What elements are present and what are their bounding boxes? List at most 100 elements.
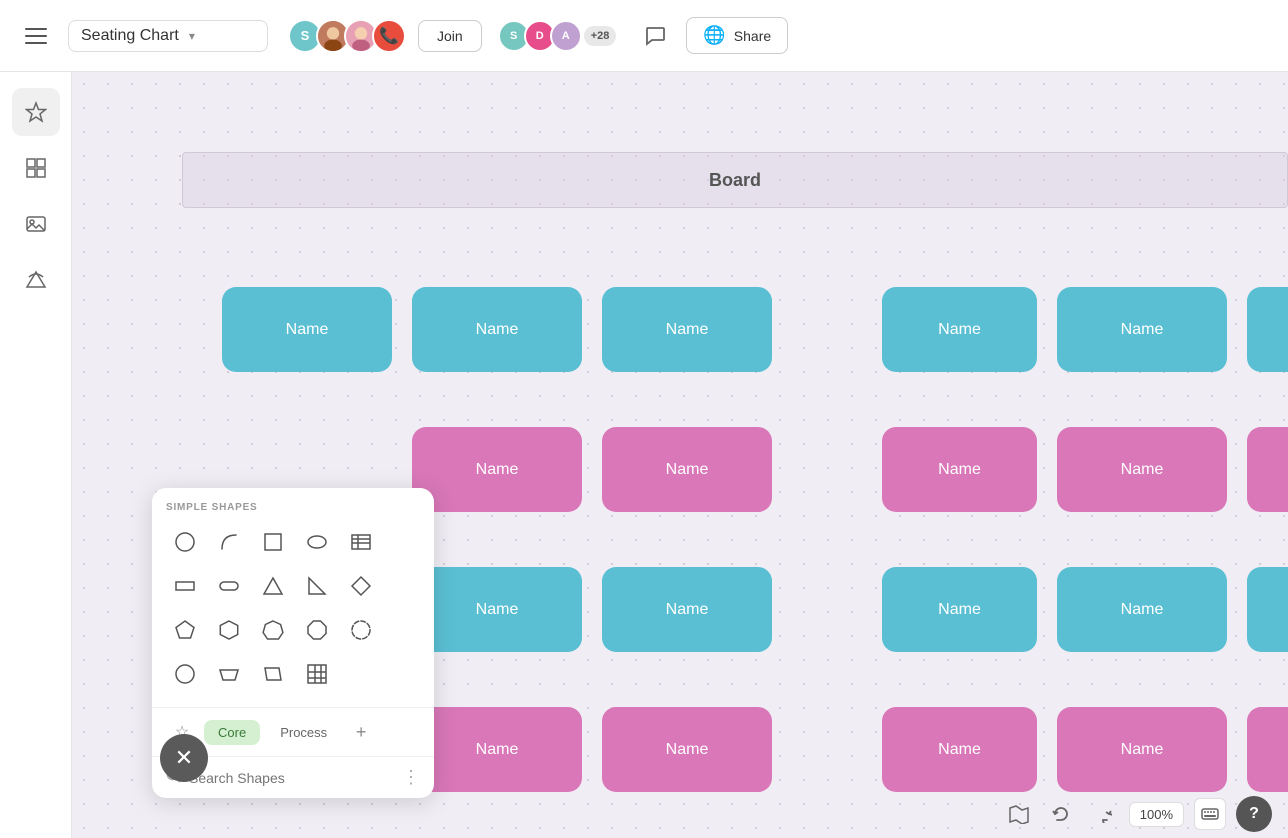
- sidebar-item-image[interactable]: [12, 200, 60, 248]
- seat-card[interactable]: Name: [412, 287, 582, 372]
- seat-card[interactable]: Name: [602, 567, 772, 652]
- seat-card[interactable]: Name: [882, 287, 1037, 372]
- redo-icon: [1094, 805, 1112, 823]
- share-button[interactable]: 🌐 Share: [686, 17, 788, 54]
- title-area[interactable]: Seating Chart ▾: [68, 20, 268, 52]
- tab-process[interactable]: Process: [266, 720, 341, 745]
- seat-label: Name: [1121, 321, 1164, 339]
- globe-icon: 🌐: [703, 25, 725, 46]
- collab-avatar-a: A: [550, 20, 582, 52]
- header: Seating Chart ▾ S 📞 Join S D A +28 🌐 Sha…: [0, 0, 1288, 72]
- shape-nonagon[interactable]: [342, 611, 380, 649]
- zoom-level-label: 100%: [1129, 802, 1184, 827]
- close-shapes-button[interactable]: ✕: [160, 734, 208, 782]
- seat-card[interactable]: Name: [882, 567, 1037, 652]
- seat-card[interactable]: Name: [1057, 287, 1227, 372]
- board-label: Board: [709, 170, 761, 191]
- shape-hexagon[interactable]: [210, 611, 248, 649]
- undo-icon: [1052, 805, 1070, 823]
- seat-card[interactable]: Name: [412, 427, 582, 512]
- shape-triangle[interactable]: [254, 567, 292, 605]
- shape-heptagon[interactable]: [254, 611, 292, 649]
- seat-label: Name: [476, 461, 519, 479]
- help-button[interactable]: ?: [1236, 796, 1272, 832]
- seat-label: Name: [666, 321, 709, 339]
- shapes-row: [166, 655, 420, 693]
- shape-trapezoid[interactable]: [210, 655, 248, 693]
- seat-card-partial[interactable]: N: [1247, 707, 1288, 792]
- seat-card[interactable]: Name: [602, 427, 772, 512]
- redo-button[interactable]: [1087, 798, 1119, 830]
- shape-ellipse[interactable]: [298, 523, 336, 561]
- chevron-down-icon: ▾: [189, 29, 195, 43]
- seat-card[interactable]: Name: [222, 287, 392, 372]
- sidebar: [0, 72, 72, 838]
- shape-circle[interactable]: [166, 523, 204, 561]
- map-icon: [1009, 804, 1029, 824]
- map-icon-button[interactable]: [1003, 798, 1035, 830]
- tab-core[interactable]: Core: [204, 720, 260, 745]
- undo-button[interactable]: [1045, 798, 1077, 830]
- menu-button[interactable]: [16, 16, 56, 56]
- seat-label: Name: [286, 321, 329, 339]
- shape-rect-rounded[interactable]: [210, 567, 248, 605]
- document-title: Seating Chart: [81, 27, 179, 45]
- seat-card[interactable]: Name: [1057, 567, 1227, 652]
- chat-button[interactable]: [636, 17, 674, 55]
- shapes-row: [166, 611, 420, 649]
- shapes-category-label: SIMPLE SHAPES: [166, 502, 420, 513]
- shape-pentagon[interactable]: [166, 611, 204, 649]
- shapes-row: [166, 523, 420, 561]
- seat-label: Name: [938, 461, 981, 479]
- seat-card[interactable]: Name: [882, 707, 1037, 792]
- collaborators-count-badge: +28: [584, 26, 617, 46]
- shapes-grid: SIMPLE SHAPES: [152, 488, 434, 707]
- shape-parallelogram[interactable]: [254, 655, 292, 693]
- seat-label: Name: [1121, 461, 1164, 479]
- seat-label: Name: [938, 321, 981, 339]
- keyboard-shortcuts-button[interactable]: [1194, 798, 1226, 830]
- search-more-button[interactable]: ⋮: [402, 767, 420, 788]
- search-shapes-input[interactable]: [189, 770, 394, 786]
- shape-rect-thin[interactable]: [166, 567, 204, 605]
- sidebar-item-shapes[interactable]: [12, 256, 60, 304]
- canvas-area[interactable]: Board Name Name Name Name Name N Name Na…: [72, 72, 1288, 838]
- sidebar-item-grid[interactable]: [12, 144, 60, 192]
- board-header: Board: [182, 152, 1288, 208]
- share-label: Share: [734, 28, 771, 44]
- seat-card[interactable]: Name: [1057, 427, 1227, 512]
- add-tab-button[interactable]: +: [347, 718, 375, 746]
- seat-label: Name: [666, 461, 709, 479]
- seat-card[interactable]: Name: [882, 427, 1037, 512]
- seat-card-partial[interactable]: N: [1247, 427, 1288, 512]
- seat-card-partial[interactable]: N: [1247, 567, 1288, 652]
- seat-label: Name: [476, 601, 519, 619]
- hamburger-icon: [25, 28, 47, 44]
- seat-card-partial[interactable]: N: [1247, 287, 1288, 372]
- star-icon: [25, 101, 47, 123]
- shape-table[interactable]: [342, 523, 380, 561]
- seat-card[interactable]: Name: [412, 567, 582, 652]
- sidebar-item-star[interactable]: [12, 88, 60, 136]
- seat-card[interactable]: Name: [1057, 707, 1227, 792]
- join-button[interactable]: Join: [418, 20, 482, 52]
- shape-diamond[interactable]: [342, 567, 380, 605]
- active-users-avatars: S 📞: [288, 19, 406, 53]
- image-icon: [25, 213, 47, 235]
- seat-card[interactable]: Name: [412, 707, 582, 792]
- shape-arc[interactable]: [210, 523, 248, 561]
- seat-label: Name: [476, 321, 519, 339]
- seat-card[interactable]: Name: [602, 287, 772, 372]
- seat-label: Name: [476, 741, 519, 759]
- seat-label: Name: [938, 741, 981, 759]
- seat-card[interactable]: Name: [602, 707, 772, 792]
- shape-grid[interactable]: [298, 655, 336, 693]
- shape-right-triangle[interactable]: [298, 567, 336, 605]
- grid-icon: [25, 157, 47, 179]
- keyboard-icon: [1201, 808, 1219, 820]
- seat-label: Name: [1121, 601, 1164, 619]
- shape-octagon[interactable]: [298, 611, 336, 649]
- shapes-icon: [25, 269, 47, 291]
- shape-square[interactable]: [254, 523, 292, 561]
- shape-circle-outline[interactable]: [166, 655, 204, 693]
